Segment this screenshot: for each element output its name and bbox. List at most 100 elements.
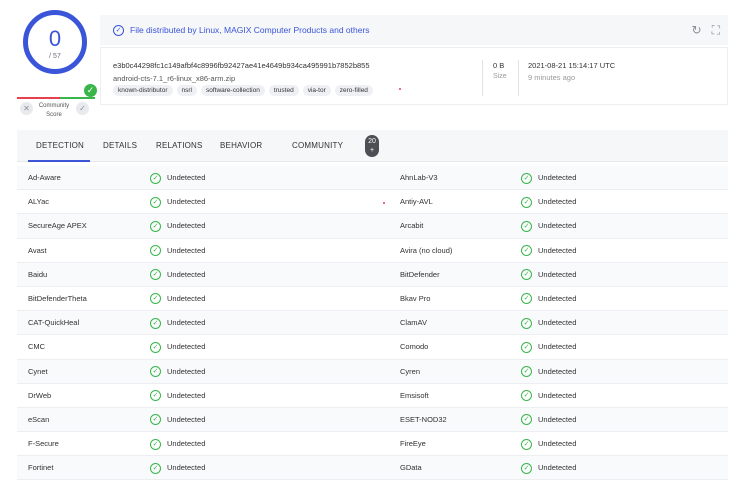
table-row: SecureAge APEX ✓ Undetected Arcabit ✓ Undetec…: [17, 214, 728, 239]
tag[interactable]: known-distributor: [113, 85, 173, 96]
engine-name: FireEye: [400, 439, 426, 449]
undetected-check-icon: ✓: [521, 293, 532, 305]
engine-result: ✓ Undetected: [150, 335, 205, 359]
marker-dot: [399, 88, 401, 90]
table-row: Baidu ✓ Undetected BitDefender ✓ Undetected: [17, 262, 728, 287]
engine-name: SecureAge APEX: [28, 221, 87, 231]
undetected-check-icon: ✓: [521, 317, 532, 329]
tab-detection[interactable]: DETECTION: [28, 130, 90, 162]
engine-name: CAT-QuickHeal: [28, 318, 80, 328]
engine-name: ESET-NOD32: [400, 414, 447, 424]
community-check-icon: ✓: [84, 84, 97, 97]
check-icon: ✓: [79, 104, 86, 113]
engine-result: ✓ Undetected: [521, 456, 576, 480]
community-score-bar: [17, 97, 95, 99]
file-size-label: Size: [493, 73, 507, 80]
undetected-check-icon: ✓: [521, 172, 532, 184]
engine-result: ✓ Undetected: [521, 360, 576, 384]
result-label: Undetected: [538, 318, 577, 328]
verified-check-icon: ✓: [113, 24, 124, 36]
engine-total: / 57: [49, 53, 61, 60]
undetected-check-icon: ✓: [150, 245, 161, 257]
result-label: Undetected: [538, 414, 577, 424]
engine-name: Avast: [28, 245, 47, 255]
engine-name: ClamAV: [400, 318, 427, 328]
marker-dot: [383, 202, 385, 204]
engine-result: ✓ Undetected: [150, 360, 205, 384]
engine-result: ✓ Undetected: [521, 432, 576, 456]
banner-actions: ↻ ⛶: [692, 23, 720, 38]
result-label: Undetected: [167, 439, 206, 449]
engine-name: AhnLab-V3: [400, 173, 438, 182]
tab-community[interactable]: COMMUNITY: [292, 130, 343, 162]
engine-name: F-Secure: [28, 439, 59, 449]
engine-result: ✓ Undetected: [150, 263, 205, 287]
detection-score-ring: 0 / 57: [23, 10, 87, 74]
table-row: Ad-Aware ✓ Undetected AhnLab-V3 ✓ Undetected: [17, 166, 728, 191]
tag[interactable]: via-tor: [302, 85, 331, 96]
undetected-check-icon: ✓: [521, 366, 532, 377]
vote-up-button[interactable]: ✓: [76, 102, 89, 115]
engine-name: Emsisoft: [400, 390, 429, 400]
undetected-check-icon: ✓: [150, 196, 161, 208]
result-label: Undetected: [538, 269, 577, 279]
result-label: Undetected: [538, 197, 577, 207]
undetected-check-icon: ✓: [150, 414, 161, 426]
scan-date-relative: 9 minutes ago: [528, 73, 576, 82]
result-label: Undetected: [167, 318, 206, 328]
engine-result: ✓ Undetected: [521, 214, 576, 238]
result-label: Undetected: [538, 342, 577, 352]
result-label: Undetected: [167, 221, 206, 231]
result-label: Undetected: [538, 221, 577, 231]
undetected-check-icon: ✓: [521, 196, 532, 208]
undetected-check-icon: ✓: [150, 293, 161, 305]
engine-name: Cyren: [400, 366, 421, 376]
tag[interactable]: trusted: [268, 85, 299, 96]
table-row: eScan ✓ Undetected ESET-NOD32 ✓ Undetected: [17, 407, 728, 433]
engine-name: Comodo: [400, 342, 429, 352]
detection-count: 0: [48, 26, 62, 51]
x-icon: ✕: [23, 104, 30, 113]
result-label: Undetected: [538, 463, 577, 473]
engine-result: ✓ Undetected: [150, 408, 205, 432]
vote-down-button[interactable]: ✕: [20, 102, 33, 115]
undetected-check-icon: ✓: [150, 172, 161, 184]
engine-name: Ad-Aware: [28, 173, 61, 182]
undetected-check-icon: ✓: [150, 462, 161, 474]
engine-name: BitDefender: [400, 269, 440, 279]
file-hash: e3b0c44298fc1c149afbf4c8996fb92427ae41e4…: [113, 61, 370, 70]
tab-relations[interactable]: RELATIONS: [156, 130, 203, 162]
similar-graph-icon[interactable]: ⛶: [712, 23, 720, 38]
result-label: Undetected: [538, 245, 577, 255]
result-label: Undetected: [538, 173, 577, 182]
tab-details[interactable]: DETAILS: [103, 130, 137, 162]
table-row: Avast ✓ Undetected Avira (no cloud) ✓ Undetec…: [17, 239, 728, 263]
undetected-check-icon: ✓: [150, 438, 161, 450]
tab-behavior[interactable]: BEHAVIOR: [220, 130, 262, 162]
undetected-check-icon: ✓: [521, 414, 532, 426]
file-name: android-cts-7.1_r6-linux_x86-arm.zip: [113, 74, 236, 83]
engine-name: CMC: [28, 342, 46, 352]
engine-name: Arcabit: [400, 221, 424, 231]
reanalyze-icon[interactable]: ↻: [692, 23, 702, 38]
undetected-check-icon: ✓: [521, 269, 532, 281]
distributor-banner: ✓ File distributed by Linux, MAGIX Compu…: [100, 15, 728, 45]
engine-name: ALYac: [28, 197, 49, 207]
table-row: CMC ✓ Undetected Comodo ✓ Undetected: [17, 335, 728, 360]
tag[interactable]: software-collection: [200, 85, 265, 96]
undetected-check-icon: ✓: [521, 462, 532, 474]
tag[interactable]: zero-filled: [334, 85, 373, 96]
result-label: Undetected: [167, 463, 206, 473]
engine-name: DrWeb: [28, 390, 52, 400]
engine-result: ✓ Undetected: [521, 263, 576, 287]
result-label: Undetected: [167, 197, 206, 207]
engine-result: ✓ Undetected: [150, 456, 205, 480]
result-label: Undetected: [167, 390, 206, 400]
tag[interactable]: nsrl: [176, 85, 197, 96]
file-tags: known-distributor nsrl software-collecti…: [113, 85, 373, 96]
engine-result: ✓ Undetected: [521, 287, 576, 311]
engine-name: Fortinet: [28, 463, 54, 473]
undetected-check-icon: ✓: [150, 341, 161, 353]
result-label: Undetected: [538, 390, 577, 400]
community-count-badge: 20 +: [365, 135, 379, 157]
